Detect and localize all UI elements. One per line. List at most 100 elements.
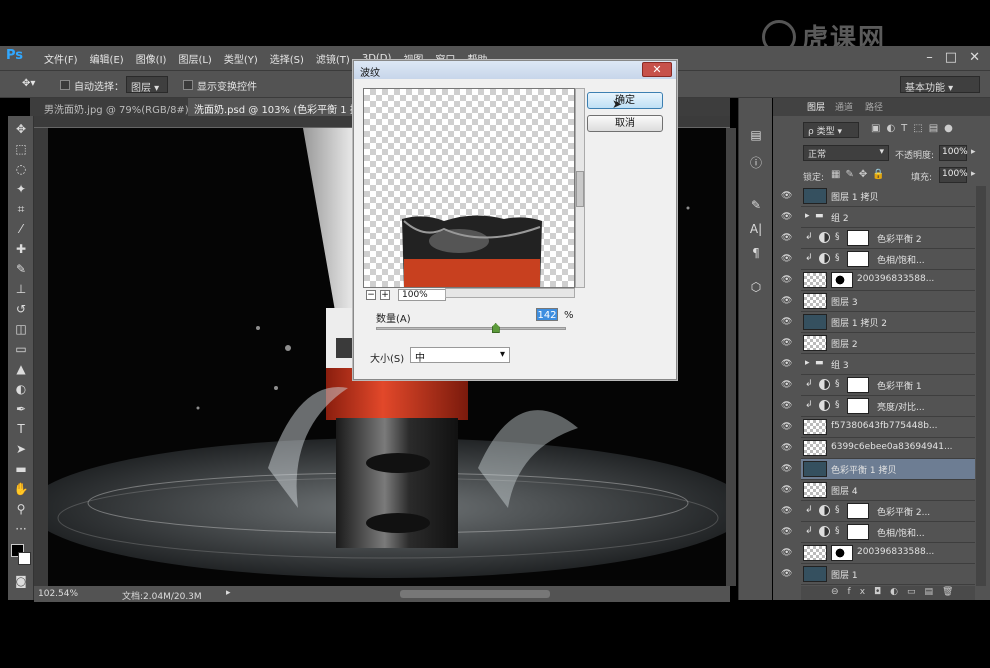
- filter-preview[interactable]: [363, 88, 575, 288]
- layer-thumbnail[interactable]: [803, 335, 827, 351]
- tab-cleanser-psd[interactable]: 洗面奶.psd @ 103% (色彩平衡 1 拷贝: [188, 98, 376, 116]
- preview-scroll-thumb[interactable]: [576, 171, 584, 207]
- layer-row[interactable]: 👁 ↲ § 亮度/对比...: [781, 396, 975, 417]
- layer-row[interactable]: 👁 200396833588...: [781, 270, 975, 291]
- zoom-in-icon[interactable]: +: [380, 290, 390, 300]
- move-tool-icon[interactable]: ✥▾: [22, 78, 35, 89]
- size-dropdown[interactable]: 中 ▾: [410, 347, 510, 364]
- layer-mask-thumbnail[interactable]: [847, 251, 869, 267]
- layer-row[interactable]: 👁 ↲ § 色相/饱和...: [781, 249, 975, 270]
- layer-row[interactable]: 👁 200396833588...: [781, 543, 975, 564]
- eye-icon[interactable]: 👁: [781, 359, 792, 369]
- layer-thumbnail[interactable]: [803, 293, 827, 309]
- eye-icon[interactable]: 👁: [781, 569, 792, 579]
- eraser-icon[interactable]: ◫: [11, 320, 31, 338]
- ok-button[interactable]: 确定: [587, 92, 663, 109]
- minimize-icon[interactable]: –: [926, 50, 933, 65]
- layer-mask-thumbnail[interactable]: [831, 545, 853, 561]
- background-color-swatch[interactable]: [18, 552, 31, 565]
- history-brush-icon[interactable]: ↺: [11, 300, 31, 318]
- eye-icon[interactable]: 👁: [781, 275, 792, 285]
- canvas-vertical-scrollbar[interactable]: [726, 128, 736, 586]
- zoom-tool-icon[interactable]: ⚲: [11, 500, 31, 518]
- show-transform-checkbox[interactable]: [183, 80, 193, 90]
- layer-row[interactable]: 👁 图层 1 拷贝: [781, 186, 975, 207]
- lock-icons[interactable]: ▦✎✥🔒: [831, 169, 890, 180]
- layer-actions-icons[interactable]: ⊖fx◘◐▭▤🗑: [831, 587, 962, 597]
- layer-mask-thumbnail[interactable]: [847, 230, 869, 246]
- eye-icon[interactable]: 👁: [781, 191, 792, 201]
- paragraph-icon[interactable]: A|: [747, 220, 765, 238]
- eyedropper-icon[interactable]: ⁄: [11, 220, 31, 238]
- status-arrow-icon[interactable]: ▸: [226, 588, 231, 598]
- 3d-cube-icon[interactable]: ⬡: [747, 278, 765, 296]
- layers-scrollbar[interactable]: [976, 186, 986, 586]
- dialog-close-icon[interactable]: ✕: [642, 62, 672, 77]
- layer-mask-thumbnail[interactable]: [847, 503, 869, 519]
- opacity-arrow-icon[interactable]: ▸: [971, 147, 976, 157]
- tab-channels[interactable]: 通道: [835, 100, 853, 113]
- layer-thumbnail[interactable]: [803, 272, 827, 288]
- cancel-button[interactable]: 取消: [587, 115, 663, 132]
- move-tool-icon[interactable]: ✥: [11, 120, 31, 138]
- magic-wand-icon[interactable]: ✦: [11, 180, 31, 198]
- maximize-icon[interactable]: □: [945, 50, 957, 65]
- layer-filter-dropdown[interactable]: ρ 类型 ▾: [803, 122, 859, 138]
- workspace-dropdown[interactable]: 基本功能 ▾: [900, 76, 980, 94]
- layer-row[interactable]: 👁 图层 3: [781, 291, 975, 312]
- layer-thumbnail[interactable]: [803, 545, 827, 561]
- brush-tool-icon[interactable]: ✎: [11, 260, 31, 278]
- menu-select[interactable]: 选择(S): [264, 51, 310, 66]
- eye-icon[interactable]: 👁: [781, 506, 792, 516]
- fill-arrow-icon[interactable]: ▸: [971, 169, 976, 179]
- shape-tool-icon[interactable]: ▬: [11, 460, 31, 478]
- layer-row[interactable]: 👁 图层 1 拷贝 2: [781, 312, 975, 333]
- layer-thumbnail[interactable]: [803, 188, 827, 204]
- eye-icon[interactable]: 👁: [781, 422, 792, 432]
- layer-row[interactable]: 👁 ↲ § 色相/饱和...: [781, 522, 975, 543]
- tab-layers[interactable]: 图层: [807, 100, 825, 113]
- auto-select-dropdown[interactable]: 图层 ▾: [126, 76, 168, 94]
- info-icon[interactable]: ⓘ: [747, 154, 765, 172]
- brush-presets-icon[interactable]: ✎: [747, 196, 765, 214]
- eye-icon[interactable]: 👁: [781, 296, 792, 306]
- layer-row[interactable]: 👁 图层 2: [781, 333, 975, 354]
- layer-thumbnail[interactable]: [803, 440, 827, 456]
- layer-row[interactable]: 👁 ↲ § 色彩平衡 1: [781, 375, 975, 396]
- eye-icon[interactable]: 👁: [781, 254, 792, 264]
- eye-icon[interactable]: 👁: [781, 212, 792, 222]
- layer-row[interactable]: 👁 ▸ ▬ 组 2: [781, 207, 975, 228]
- layer-thumbnail[interactable]: [803, 461, 827, 477]
- layer-thumbnail[interactable]: [803, 566, 827, 582]
- more-tools-icon[interactable]: ···: [11, 520, 31, 538]
- eye-icon[interactable]: 👁: [781, 338, 792, 348]
- status-zoom[interactable]: 102.54%: [38, 589, 78, 599]
- blur-tool-icon[interactable]: ▲: [11, 360, 31, 378]
- menu-file[interactable]: 文件(F): [38, 51, 84, 66]
- pen-tool-icon[interactable]: ✒: [11, 400, 31, 418]
- eye-icon[interactable]: 👁: [781, 485, 792, 495]
- lasso-tool-icon[interactable]: ◌: [11, 160, 31, 178]
- layer-mask-thumbnail[interactable]: [847, 398, 869, 414]
- canvas-horizontal-scrollbar[interactable]: [400, 590, 550, 598]
- eye-icon[interactable]: 👁: [781, 527, 792, 537]
- marquee-tool-icon[interactable]: ⬚: [11, 140, 31, 158]
- layer-thumbnail[interactable]: [803, 482, 827, 498]
- path-select-icon[interactable]: ➤: [11, 440, 31, 458]
- tab-paths[interactable]: 路径: [865, 100, 883, 113]
- layer-row[interactable]: 👁 ▸ ▬ 组 3: [781, 354, 975, 375]
- fill-input[interactable]: 100%: [939, 167, 968, 183]
- menu-image[interactable]: 图像(I): [130, 51, 173, 66]
- auto-select-checkbox[interactable]: [60, 80, 70, 90]
- layer-row[interactable]: 👁 f57380643fb775448b...: [781, 417, 975, 438]
- layer-filter-icons[interactable]: ▣◐T⬚▤●: [871, 123, 959, 134]
- layer-mask-thumbnail[interactable]: [847, 524, 869, 540]
- preview-horizontal-scrollbar[interactable]: [445, 288, 575, 298]
- layer-row[interactable]: 👁 ↲ § 色彩平衡 2...: [781, 501, 975, 522]
- layer-row[interactable]: 👁 6399c6ebee0a83694941...: [781, 438, 975, 459]
- menu-edit[interactable]: 编辑(E): [84, 51, 130, 66]
- layer-row[interactable]: 👁 色彩平衡 1 拷贝: [781, 459, 975, 480]
- menu-layer[interactable]: 图层(L): [172, 51, 217, 66]
- stamp-tool-icon[interactable]: ⊥: [11, 280, 31, 298]
- hand-tool-icon[interactable]: ✋: [11, 480, 31, 498]
